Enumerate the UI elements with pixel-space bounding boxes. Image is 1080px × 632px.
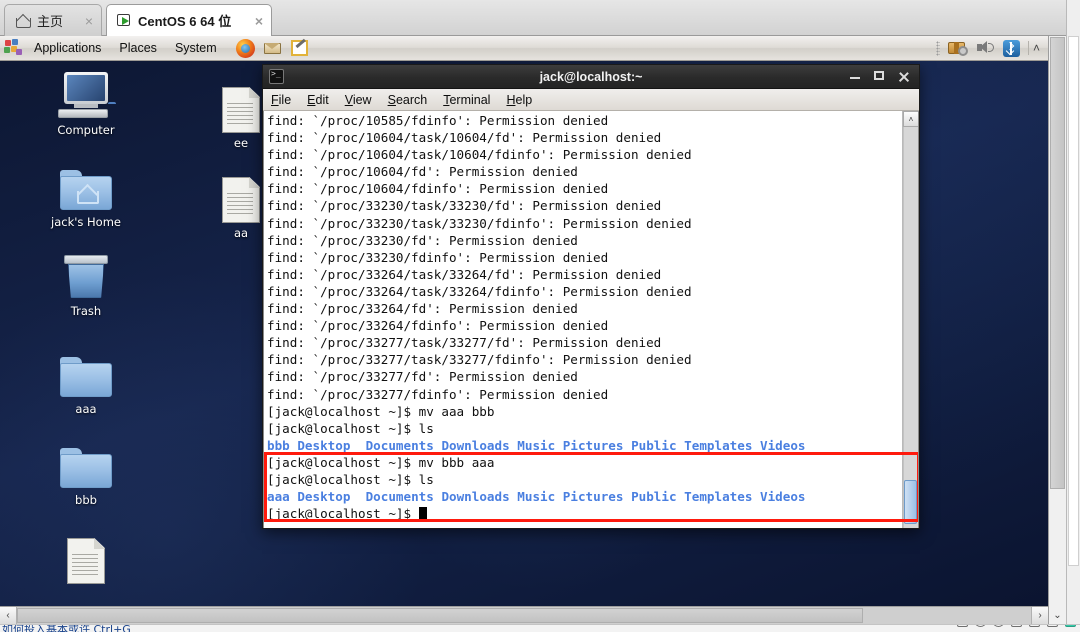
trash-icon (38, 251, 134, 301)
volume-icon[interactable] (976, 40, 995, 56)
sound-icon[interactable] (1047, 625, 1058, 627)
email-icon[interactable] (262, 40, 283, 56)
text-editor-icon[interactable] (290, 38, 309, 57)
vm-tab-strip: 主页 × CentOS 6 64 位 × (0, 0, 1080, 36)
vm-tab-home-close-icon[interactable]: × (85, 14, 93, 28)
desktop-icon-aaa[interactable]: aaa (38, 349, 134, 416)
vm-vertical-scrollbar[interactable]: ⌄ (1048, 36, 1066, 624)
menu-search[interactable]: Search (380, 93, 436, 107)
vm-tab-centos-label: CentOS 6 64 位 (138, 14, 232, 29)
scrollbar-thumb[interactable] (904, 480, 917, 524)
package-updater-icon[interactable] (947, 39, 969, 57)
firefox-icon[interactable] (235, 38, 255, 58)
desktop-icon-trash[interactable]: Trash (38, 251, 134, 318)
folder-icon (38, 440, 134, 490)
desktop-icon-label: bbb (75, 493, 97, 507)
gnome-top-panel: Applications Places System ˄ (0, 36, 1048, 61)
vm-tab-home-label: 主页 (37, 14, 64, 29)
cd-icon[interactable] (975, 625, 986, 627)
computer-icon (38, 70, 134, 120)
vm-status-text: 如何投入基本或许 Ctrl+G (2, 624, 131, 632)
home-folder-icon (38, 162, 134, 212)
window-right-edge (1066, 0, 1080, 632)
hscroll-left-arrow-icon[interactable]: ‹ (0, 607, 17, 624)
bluetooth-icon[interactable] (1002, 39, 1020, 57)
desktop-icon-label: Computer (57, 123, 115, 137)
hdd-icon[interactable] (957, 625, 968, 627)
tray-grip (935, 40, 940, 56)
vm-tab-centos-close-icon[interactable]: × (255, 14, 263, 28)
terminal-text: find: `/proc/10585/fdinfo': Permission d… (267, 113, 806, 522)
menu-terminal[interactable]: Terminal (435, 93, 498, 107)
scroll-up-arrow-icon[interactable]: ˄ (903, 111, 918, 127)
cd2-icon[interactable] (993, 625, 1004, 627)
menu-view[interactable]: View (337, 93, 380, 107)
display-icon[interactable] (1065, 625, 1076, 627)
hscroll-track[interactable] (17, 607, 1031, 624)
terminal-window[interactable]: jack@localhost:~ File Edit View Search T… (262, 64, 920, 529)
network-icon[interactable] (1011, 625, 1022, 627)
home-icon (15, 14, 31, 28)
panel-launchers (235, 38, 309, 58)
desktop-icon-label: Trash (70, 304, 102, 318)
terminal-title: jack@localhost:~ (539, 69, 643, 84)
vscroll-down-arrow-icon[interactable]: ⌄ (1049, 607, 1066, 624)
terminal-scrollbar[interactable]: ˄ (902, 111, 918, 528)
hscroll-thumb[interactable] (17, 608, 863, 623)
vm-device-icons (957, 625, 1076, 627)
maximize-button[interactable] (874, 71, 884, 80)
menu-file[interactable]: File (263, 93, 299, 107)
gnome-foot-icon[interactable] (4, 39, 22, 57)
menu-system[interactable]: System (166, 36, 226, 61)
usb-icon[interactable] (1029, 625, 1040, 627)
close-button[interactable] (898, 71, 909, 82)
document-icon (38, 534, 134, 584)
vm-screen-icon (117, 13, 132, 28)
gnome-desktop[interactable]: Computer jack's Home Trash aaa bbb ee aa… (0, 61, 1048, 606)
desktop-icon-jacks-home[interactable]: jack's Home (38, 162, 134, 229)
minimize-button[interactable] (850, 77, 860, 79)
menu-places[interactable]: Places (110, 36, 166, 61)
desktop-icon-label: jack's Home (51, 215, 121, 229)
scrollbar-track[interactable] (903, 127, 918, 528)
menu-help[interactable]: Help (498, 93, 540, 107)
terminal-titlebar[interactable]: jack@localhost:~ (263, 65, 919, 89)
vm-tab-centos[interactable]: CentOS 6 64 位 × (106, 4, 272, 36)
desktop-icon-computer[interactable]: Computer (38, 70, 134, 137)
vscroll-thumb[interactable] (1050, 37, 1065, 489)
terminal-output-area[interactable]: find: `/proc/10585/fdinfo': Permission d… (263, 111, 919, 528)
menu-edit[interactable]: Edit (299, 93, 337, 107)
vm-status-bar: 如何投入基本或许 Ctrl+G (0, 624, 1080, 632)
desktop-icon-document-unnamed[interactable] (38, 534, 134, 587)
menu-applications[interactable]: Applications (25, 36, 110, 61)
edge-panel (1068, 36, 1079, 566)
vm-horizontal-scrollbar[interactable]: ‹ › (0, 606, 1048, 624)
terminal-menubar: File Edit View Search Terminal Help (263, 89, 919, 111)
desktop-icon-label: aaa (75, 402, 97, 416)
system-tray: ˄ (935, 39, 1048, 57)
chevron-up-icon[interactable]: ˄ (1027, 41, 1040, 55)
folder-icon (38, 349, 134, 399)
vm-tab-home[interactable]: 主页 × (4, 4, 102, 36)
vmware-window: 主页 × CentOS 6 64 位 × Applications Places… (0, 0, 1080, 632)
desktop-icon-bbb[interactable]: bbb (38, 440, 134, 507)
hscroll-right-arrow-icon[interactable]: › (1031, 607, 1048, 624)
window-controls (850, 71, 919, 82)
